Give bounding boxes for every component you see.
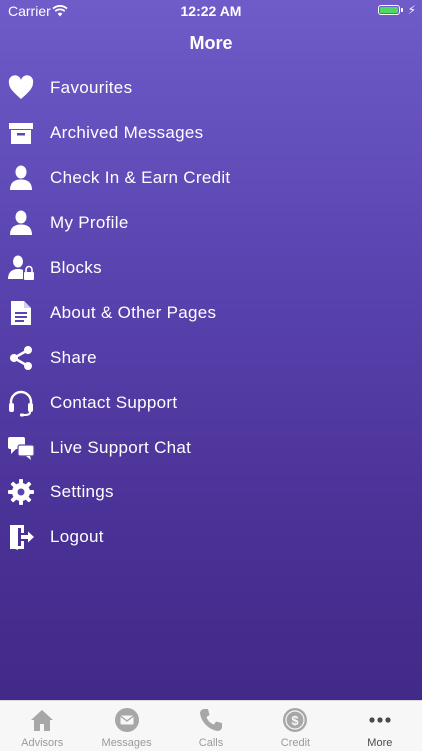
tab-label: Credit <box>280 737 311 749</box>
status-bar: Carrier 12:22 AM ⚡ <box>0 0 422 22</box>
battery-icon <box>378 5 400 15</box>
menu-item-label: Logout <box>50 527 104 547</box>
tab-label: Messages <box>101 737 152 749</box>
tab-messages[interactable]: Messages <box>84 701 168 751</box>
menu-item-contact-support[interactable]: Contact Support <box>0 380 422 425</box>
menu-item-about[interactable]: About & Other Pages <box>0 290 422 335</box>
menu-item-label: About & Other Pages <box>50 302 217 322</box>
phone-icon <box>198 707 224 733</box>
headset-icon <box>7 389 35 417</box>
menu-item-label: Blocks <box>50 258 102 277</box>
menu-item-favourites[interactable]: Favourites <box>0 66 422 111</box>
menu-item-label: Live Support Chat <box>50 437 192 457</box>
tab-bar: Advisors Messages Calls $ Credit More <box>0 700 422 751</box>
gear-icon <box>7 478 35 506</box>
tab-calls[interactable]: Calls <box>169 701 253 751</box>
user-icon <box>7 209 35 237</box>
share-icon <box>7 344 35 372</box>
ellipsis-icon <box>367 707 393 733</box>
user-icon <box>7 164 35 192</box>
page-title: More <box>189 33 233 53</box>
menu-item-check-in[interactable]: Check In & Earn Credit <box>0 156 422 201</box>
tab-label: More <box>367 737 393 749</box>
menu-item-settings[interactable]: Settings <box>0 470 422 515</box>
envelope-icon <box>114 707 140 733</box>
chat-bubbles-icon <box>7 434 35 462</box>
user-lock-icon <box>7 254 35 282</box>
document-icon <box>7 299 35 327</box>
menu-item-archived-messages[interactable]: Archived Messages <box>0 111 422 156</box>
tab-credit[interactable]: $ Credit <box>253 701 337 751</box>
battery-tip <box>401 8 403 12</box>
menu-item-label: Share <box>50 347 97 367</box>
menu-item-live-support-chat[interactable]: Live Support Chat <box>0 425 422 470</box>
tab-label: Advisors <box>21 737 64 749</box>
status-time: 12:22 AM <box>180 3 242 19</box>
archive-box-icon <box>7 119 35 147</box>
svg-text:$: $ <box>292 713 300 728</box>
house-icon <box>29 707 55 733</box>
menu-item-share[interactable]: Share <box>0 335 422 380</box>
menu-item-label: Check In & Earn Credit <box>50 168 231 188</box>
heart-icon <box>7 74 35 102</box>
menu-item-my-profile[interactable]: My Profile <box>0 201 422 246</box>
menu-item-label: Contact Support <box>50 392 178 412</box>
charging-bolt-icon: ⚡ <box>407 3 416 17</box>
tab-label: Calls <box>198 737 224 749</box>
menu-item-label: My Profile <box>50 213 129 233</box>
tab-advisors[interactable]: Advisors <box>0 701 84 751</box>
tab-more[interactable]: More <box>338 701 422 751</box>
menu-item-blocks[interactable]: Blocks <box>0 246 422 291</box>
menu-item-logout[interactable]: Logout <box>0 515 422 560</box>
logout-icon <box>7 523 35 551</box>
more-menu: Favourites Archived Messages Check In & … <box>0 66 422 560</box>
menu-item-label: Favourites <box>50 78 133 98</box>
dollar-coin-icon: $ <box>282 707 308 733</box>
menu-item-label: Archived Messages <box>50 123 204 143</box>
menu-item-label: Settings <box>50 482 114 502</box>
